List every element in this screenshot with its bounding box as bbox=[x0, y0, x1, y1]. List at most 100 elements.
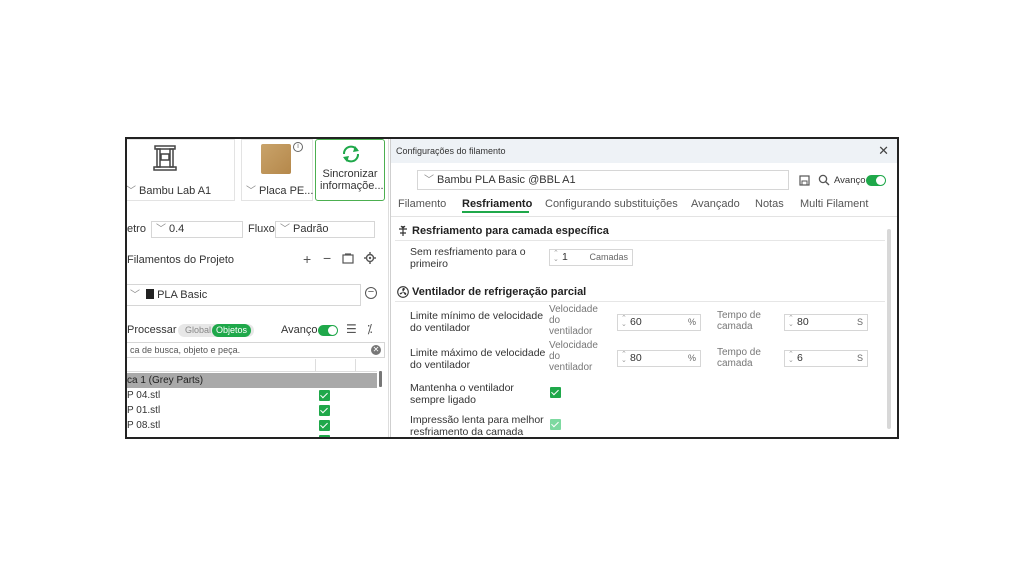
clear-icon[interactable]: ✕ bbox=[371, 345, 381, 355]
flow-select[interactable]: ﹀ Padrão bbox=[275, 221, 375, 238]
slow-print-label-line2: resfriamento da camada bbox=[410, 426, 524, 438]
close-icon[interactable]: ✕ bbox=[878, 143, 889, 159]
left-panel: ﹀ Bambu Lab A1 i ﹀ Placa PE... Sincronizar… bbox=[127, 139, 389, 437]
preset-name: Bambu PLA Basic @BBL A1 bbox=[437, 174, 576, 186]
global-pill[interactable]: Global bbox=[181, 324, 215, 337]
process-label: Processar bbox=[127, 324, 177, 336]
object-checkbox[interactable] bbox=[319, 420, 330, 431]
active-tab-indicator bbox=[462, 211, 529, 213]
group-divider bbox=[395, 301, 885, 302]
gear-icon[interactable] bbox=[364, 252, 376, 264]
advanced-toggle[interactable] bbox=[318, 325, 338, 336]
layer-time-line1: Tempo de bbox=[717, 310, 761, 321]
seconds-unit: S bbox=[856, 353, 863, 363]
info-icon[interactable]: i bbox=[293, 142, 303, 152]
remove-filament-icon[interactable]: − bbox=[365, 287, 377, 299]
fan-speed-line2: do bbox=[549, 315, 561, 326]
list-item[interactable]: P 08.stl bbox=[127, 418, 377, 433]
add-icon[interactable]: + bbox=[303, 251, 311, 267]
min-fan-speed-input[interactable]: ⌃ ⌄ 60 % bbox=[617, 314, 701, 331]
no-cooling-label: Sem resfriamento para o primeiro bbox=[410, 246, 526, 270]
objects-pill[interactable]: Objetos bbox=[212, 324, 252, 337]
chevron-down-icon: ﹀ bbox=[126, 186, 136, 197]
object-checkbox[interactable] bbox=[319, 405, 330, 416]
search-input[interactable]: ca de busca, objeto e peça. ✕ bbox=[127, 342, 385, 358]
max-layer-time-input[interactable]: ⌃ ⌄ 6 S bbox=[784, 350, 868, 367]
list-item[interactable]: P 04.stl bbox=[127, 388, 377, 403]
group-divider bbox=[395, 240, 885, 241]
advanced-toggle[interactable] bbox=[866, 175, 886, 186]
min-layer-time-value: 80 bbox=[797, 316, 809, 328]
fan-icon bbox=[397, 286, 409, 298]
list-icon[interactable]: ☰ bbox=[346, 322, 357, 336]
percent-icon[interactable]: ⁒ bbox=[367, 322, 372, 336]
stepper-arrows-icon[interactable]: ⌃ ⌄ bbox=[621, 315, 627, 328]
stepper-arrows-icon[interactable]: ⌃ ⌄ bbox=[553, 250, 559, 263]
search-placeholder: ca de busca, objeto e peça. bbox=[130, 345, 241, 355]
layer-cooling-heading: Resfriamento para camada específica bbox=[412, 225, 609, 237]
keep-fan-label: Mantenha o ventilador sempre ligado bbox=[410, 382, 514, 406]
list-item[interactable]: P 01.stl bbox=[127, 403, 377, 418]
preset-select[interactable]: ﹀ Bambu PLA Basic @BBL A1 bbox=[417, 170, 789, 190]
max-fan-speed-input[interactable]: ⌃ ⌄ 80 % bbox=[617, 350, 701, 367]
tab-multi-filament[interactable]: Multi Filament bbox=[800, 198, 868, 210]
part-fan-heading: Ventilador de refrigeração parcial bbox=[412, 286, 587, 298]
nozzle-value: 0.4 bbox=[169, 223, 185, 235]
list-item[interactable] bbox=[127, 433, 377, 437]
fan-speed-line3: ventilador bbox=[549, 362, 593, 373]
dialog-scrollbar[interactable] bbox=[887, 229, 891, 429]
tab-filament[interactable]: Filamento bbox=[398, 198, 446, 210]
min-layer-time-input[interactable]: ⌃ ⌄ 80 S bbox=[784, 314, 868, 331]
tab-advanced[interactable]: Avançado bbox=[691, 198, 740, 210]
printer-selector[interactable]: ﹀ Bambu Lab A1 bbox=[126, 139, 235, 201]
plate-row-label: ca 1 (Grey Parts) bbox=[127, 375, 204, 386]
plate-row[interactable]: ca 1 (Grey Parts) bbox=[127, 373, 377, 388]
min-fan-speed-label: Velocidade do ventilador bbox=[549, 304, 598, 337]
process-mode-switch[interactable]: Global Objetos bbox=[178, 324, 254, 337]
search-icon[interactable] bbox=[818, 174, 830, 186]
keep-fan-label-line2: sempre ligado bbox=[410, 394, 476, 406]
no-cooling-layers-input[interactable]: ⌃ ⌄ 1 Camadas bbox=[549, 249, 633, 266]
object-name: P 01.stl bbox=[127, 405, 161, 416]
no-cooling-label-line2: primeiro bbox=[410, 258, 448, 270]
percent-unit: % bbox=[687, 317, 696, 327]
stepper-arrows-icon[interactable]: ⌃ ⌄ bbox=[788, 315, 794, 328]
flow-label: Fluxo bbox=[248, 223, 275, 235]
project-filaments-title: Filamentos do Projeto bbox=[127, 254, 234, 266]
nozzle-select[interactable]: ﹀ 0.4 bbox=[151, 221, 243, 238]
keep-fan-checkbox[interactable] bbox=[550, 387, 561, 398]
seconds-unit: S bbox=[856, 317, 863, 327]
filament-settings-dialog: Configurações do filamento ✕ ﹀ Bambu PLA … bbox=[390, 139, 897, 437]
dialog-title-bar: Configurações do filamento bbox=[391, 139, 897, 163]
printer-icon bbox=[153, 145, 177, 171]
object-checkbox[interactable] bbox=[319, 390, 330, 401]
min-fan-label-line1: Limite mínimo de velocidade bbox=[410, 310, 544, 322]
dialog-title: Configurações do filamento bbox=[396, 146, 506, 156]
sync-filament-icon[interactable] bbox=[342, 253, 354, 264]
min-fan-label: Limite mínimo de velocidade do ventilado… bbox=[410, 310, 543, 334]
object-checkbox[interactable] bbox=[319, 435, 330, 437]
chevron-down-icon: ﹀ bbox=[280, 224, 290, 235]
plate-name: Placa PE... bbox=[259, 185, 314, 197]
remove-icon[interactable]: − bbox=[323, 250, 331, 266]
stepper-arrows-icon[interactable]: ⌃ ⌄ bbox=[621, 351, 627, 364]
min-layer-time-label: Tempo de camada bbox=[717, 310, 761, 332]
save-icon[interactable] bbox=[799, 175, 810, 186]
fan-speed-line1: Velocidade bbox=[549, 340, 598, 351]
sync-label-line1: Sincronizar bbox=[322, 168, 378, 180]
stepper-arrows-icon[interactable]: ⌃ ⌄ bbox=[788, 351, 794, 364]
max-fan-label: Limite máximo de velocidade do ventilado… bbox=[410, 347, 545, 371]
slow-print-checkbox[interactable] bbox=[550, 419, 561, 430]
object-list-scrollbar[interactable] bbox=[379, 371, 382, 387]
tab-cooling[interactable]: Resfriamento bbox=[462, 198, 532, 210]
plate-selector[interactable]: i ﹀ Placa PE... bbox=[241, 139, 313, 201]
tab-notes[interactable]: Notas bbox=[755, 198, 784, 210]
chevron-down-icon: ﹀ bbox=[424, 175, 434, 186]
fan-speed-line3: ventilador bbox=[549, 326, 593, 337]
fan-speed-line1: Velocidade bbox=[549, 304, 598, 315]
app-window: ﹀ Bambu Lab A1 i ﹀ Placa PE... Sincronizar… bbox=[125, 137, 899, 439]
filament-select[interactable]: ﹀ PLA Basic bbox=[127, 284, 361, 306]
sync-info-button[interactable]: Sincronizar informaçõe... bbox=[315, 139, 385, 201]
tab-overrides[interactable]: Configurando substituições bbox=[545, 198, 678, 210]
object-name: P 04.stl bbox=[127, 390, 161, 401]
